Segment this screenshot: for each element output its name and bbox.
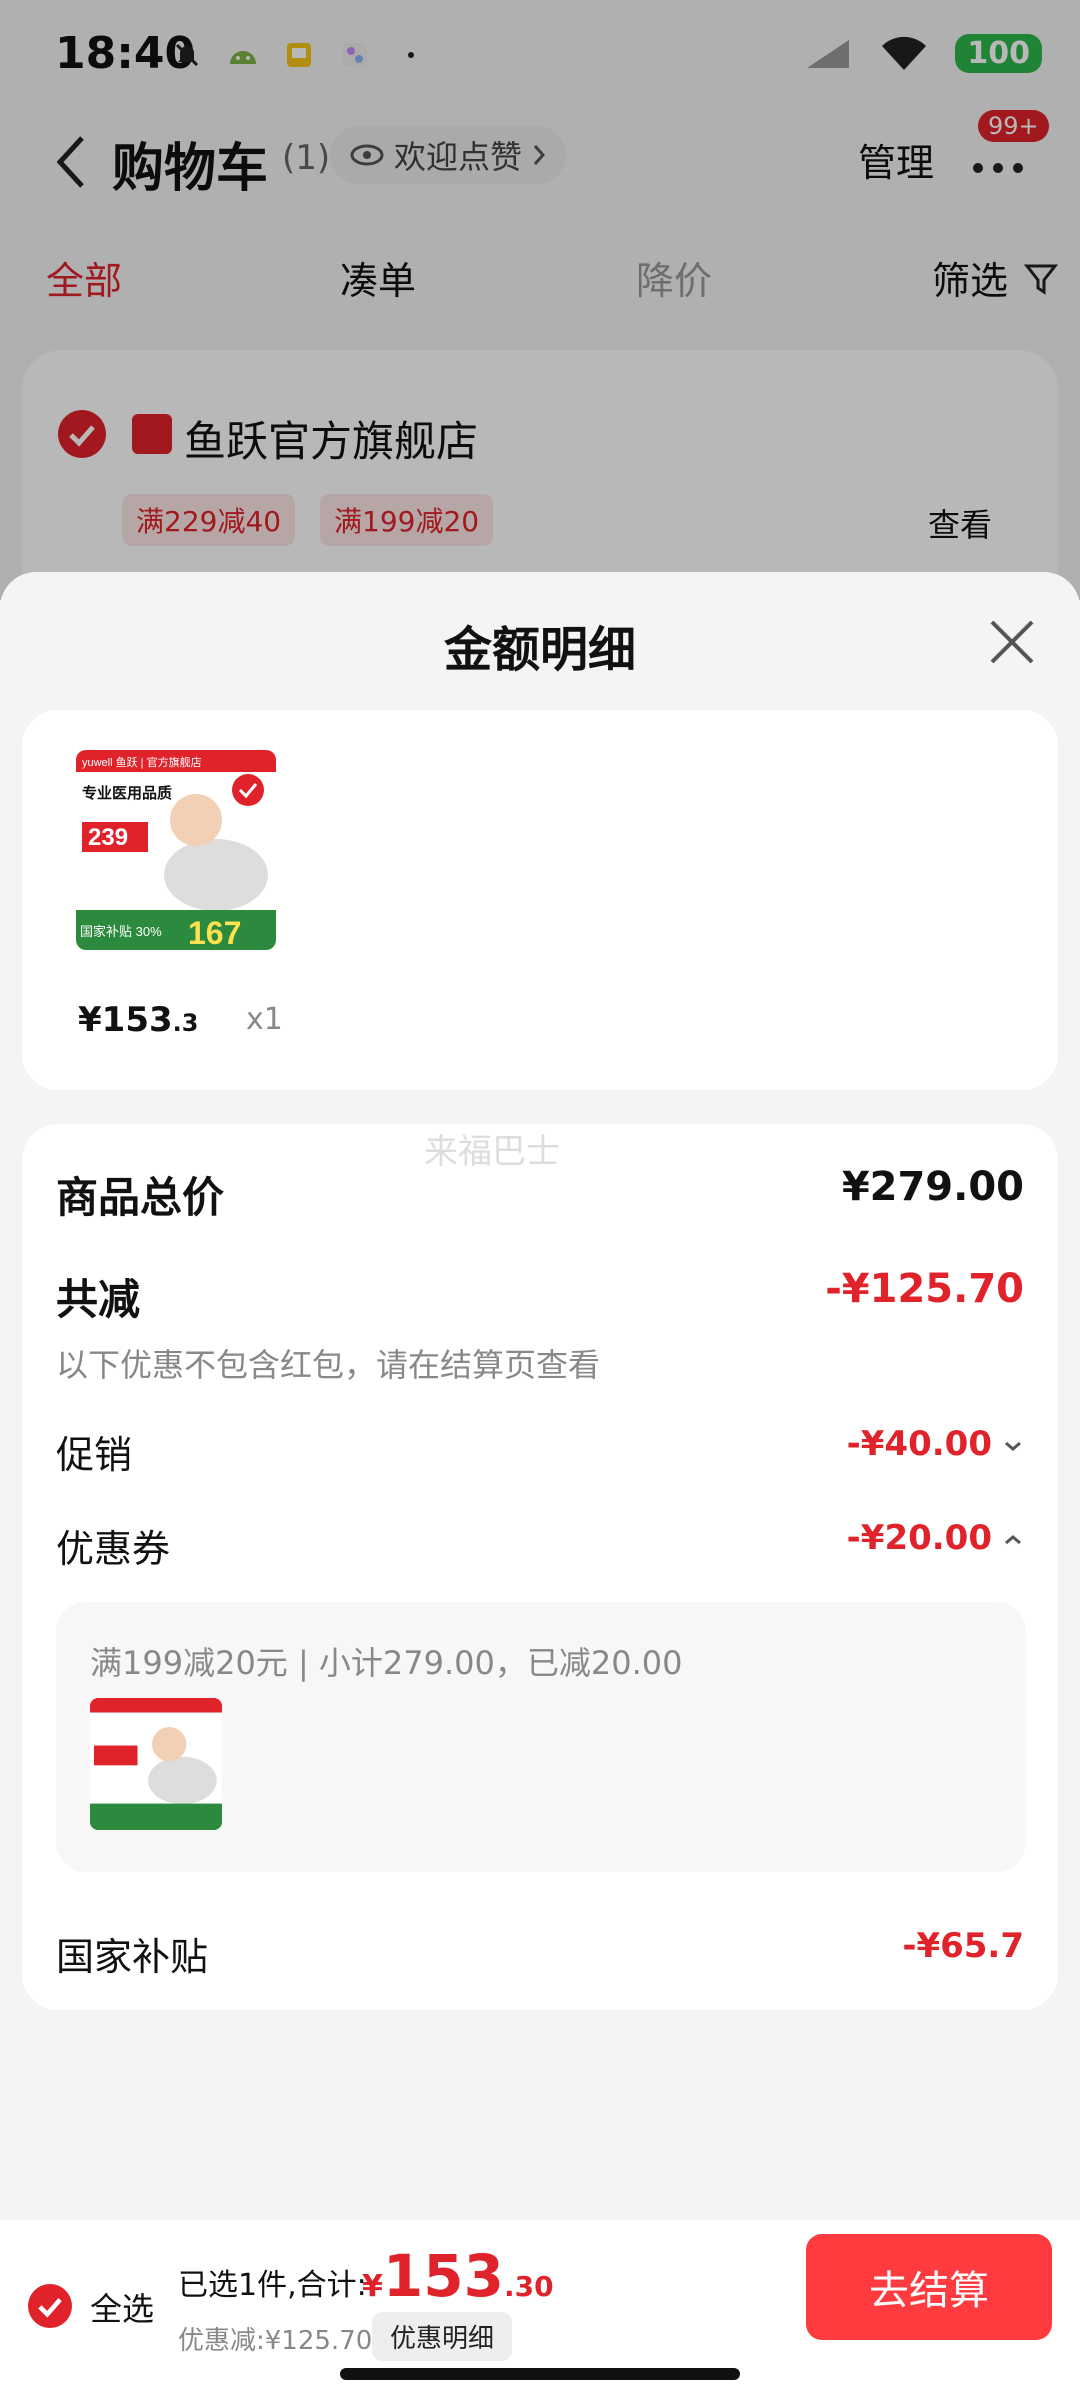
promo-label: 促销: [56, 1433, 133, 1477]
image-headline-text: 专业医用品质: [82, 784, 172, 802]
coupon-product-thumbnail: [90, 1698, 222, 1830]
product-price-int: ¥153: [78, 1000, 173, 1040]
discount-summary: 优惠减:¥125.70: [178, 2326, 373, 2356]
product-quantity: x1: [246, 1002, 283, 1037]
close-icon[interactable]: [988, 618, 1036, 666]
select-all-label[interactable]: 全选: [90, 2284, 154, 2330]
discount-detail-button[interactable]: 优惠明细: [372, 2312, 513, 2361]
chevron-up-icon: [1005, 1534, 1021, 1544]
total-price-yen: ¥: [362, 2269, 383, 2304]
subsidy-label: 国家补贴: [56, 1935, 209, 1979]
product-price: ¥153.3: [78, 1000, 198, 1040]
image-subsidy-price-text: 167: [188, 915, 241, 950]
reduction-hint: 以下优惠不包含红包，请在结算页查看: [56, 1346, 601, 1384]
total-price-dec: .30: [503, 2270, 554, 2303]
amount-detail-card: 来福巴士 商品总价 ¥279.00 共减 -¥125.70 以下优惠不包含红包，…: [22, 1124, 1058, 2010]
promo-value: -¥40.00: [846, 1424, 992, 1464]
product-price-dec: .3: [172, 1009, 199, 1037]
total-price-int: 153: [382, 2242, 504, 2310]
total-reduction-label: 共减: [56, 1275, 141, 1324]
watermark: 来福巴士: [424, 1132, 560, 1172]
image-subsidy-text: 国家补贴 30%: [80, 924, 162, 939]
image-price-text: 239: [88, 824, 128, 851]
sheet-title: 金额明细: [443, 622, 636, 678]
checkout-button[interactable]: 去结算: [806, 2234, 1052, 2340]
selected-summary: 已选1件,合计:: [178, 2268, 367, 2303]
price-detail-sheet: 金额明细 yuwell 鱼跃 | 官方旗舰店 专业医用品质 239 国家补贴 3…: [0, 572, 1080, 2400]
subsidy-value: -¥65.7: [902, 1926, 1024, 1966]
coupon-row[interactable]: -¥20.00: [847, 1518, 1024, 1558]
coupon-detail-text: 满199减20元 | 小计279.00，已减20.00: [90, 1644, 683, 1682]
coupon-value: -¥20.00: [846, 1518, 992, 1558]
coupon-detail-box: 满199减20元 | 小计279.00，已减20.00: [56, 1602, 1026, 1872]
total-reduction-value: -¥125.70: [825, 1266, 1024, 1312]
image-brand-text: yuwell 鱼跃 | 官方旗舰店: [82, 755, 202, 769]
product-card: yuwell 鱼跃 | 官方旗舰店 专业医用品质 239 国家补贴 30% 16…: [22, 710, 1058, 1090]
select-all-checkbox[interactable]: [28, 2284, 72, 2328]
total-price-label: 商品总价: [56, 1173, 225, 1222]
modal-overlay[interactable]: [0, 0, 1080, 600]
total-price-value: ¥279.00: [841, 1164, 1024, 1210]
coupon-label: 优惠券: [56, 1527, 171, 1571]
check-icon: [38, 2298, 62, 2318]
home-indicator[interactable]: [340, 2368, 740, 2380]
chevron-down-icon: [1005, 1441, 1021, 1451]
product-image[interactable]: yuwell 鱼跃 | 官方旗舰店 专业医用品质 239 国家补贴 30% 16…: [76, 750, 276, 950]
promo-row[interactable]: -¥40.00: [847, 1424, 1024, 1464]
total-price: ¥153.30: [362, 2242, 554, 2310]
